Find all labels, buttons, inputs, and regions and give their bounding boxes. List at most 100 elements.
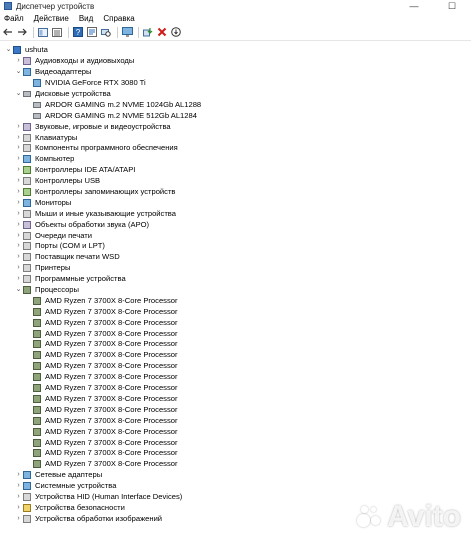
tree-item[interactable]: › Порты (COM и LPT) (0, 241, 471, 252)
minimize-button[interactable]: — (395, 0, 433, 12)
expand-chevron-icon[interactable]: › (14, 470, 23, 480)
tree-item[interactable]: ARDOR GAMING m.2 NVME 512Gb AL1284 (0, 110, 471, 121)
expand-chevron-icon[interactable]: › (14, 263, 23, 273)
expand-chevron-icon[interactable]: › (14, 492, 23, 502)
tree-item-label: NVIDIA GeForce RTX 3080 Ti (45, 78, 146, 88)
tree-item[interactable]: › Сетевые адаптеры (0, 470, 471, 481)
expand-chevron-icon[interactable]: › (14, 198, 23, 208)
collapse-chevron-icon[interactable]: ⌄ (14, 285, 23, 295)
tree-item-label: Устройства безопасности (35, 502, 125, 512)
disk-device-icon (33, 112, 41, 119)
tree-item[interactable]: AMD Ryzen 7 3700X 8-Core Processor (0, 415, 471, 426)
tree-item-label: Объекты обработки звука (APO) (35, 219, 150, 229)
collapse-chevron-icon[interactable]: ⌄ (4, 45, 13, 55)
tree-item[interactable]: › Мониторы (0, 197, 471, 208)
tree-item[interactable]: › Аудиовходы и аудиовыходы (0, 56, 471, 67)
tree-item[interactable]: AMD Ryzen 7 3700X 8-Core Processor (0, 459, 471, 470)
tree-item[interactable]: AMD Ryzen 7 3700X 8-Core Processor (0, 426, 471, 437)
tree-item[interactable]: AMD Ryzen 7 3700X 8-Core Processor (0, 328, 471, 339)
monitor-icon[interactable] (121, 26, 133, 38)
tree-item-label: ARDOR GAMING m.2 NVME 512Gb AL1284 (45, 110, 197, 120)
expand-chevron-icon[interactable]: › (14, 56, 23, 66)
menu-help[interactable]: Справка (103, 14, 134, 23)
tree-item[interactable]: › Компьютер (0, 154, 471, 165)
expand-chevron-icon[interactable]: › (14, 274, 23, 284)
tree-item-label: AMD Ryzen 7 3700X 8-Core Processor (45, 295, 178, 305)
expand-chevron-icon[interactable]: › (14, 209, 23, 219)
enable-device-icon[interactable] (170, 26, 182, 38)
tree-item[interactable]: › Программные устройства (0, 274, 471, 285)
tree-item[interactable]: ⌄ Дисковые устройства (0, 89, 471, 100)
update-driver-icon[interactable] (142, 26, 154, 38)
tree-item[interactable]: AMD Ryzen 7 3700X 8-Core Processor (0, 372, 471, 383)
tree-item[interactable]: ⌄ ushuta (0, 45, 471, 56)
tree-item[interactable]: AMD Ryzen 7 3700X 8-Core Processor (0, 394, 471, 405)
menu-view[interactable]: Вид (79, 14, 93, 23)
tree-item[interactable]: AMD Ryzen 7 3700X 8-Core Processor (0, 306, 471, 317)
expand-chevron-icon[interactable]: › (14, 481, 23, 491)
menu-file[interactable]: Файл (4, 14, 24, 23)
console-tree-icon[interactable] (37, 26, 49, 38)
tree-item-label: AMD Ryzen 7 3700X 8-Core Processor (45, 306, 178, 316)
tree-item[interactable]: AMD Ryzen 7 3700X 8-Core Processor (0, 350, 471, 361)
cpu-device-icon (33, 351, 41, 360)
expand-chevron-icon[interactable]: › (14, 187, 23, 197)
tree-item[interactable]: › Контроллеры IDE ATA/ATAPI (0, 165, 471, 176)
tree-item[interactable]: AMD Ryzen 7 3700X 8-Core Processor (0, 383, 471, 394)
tree-item[interactable]: › Системные устройства (0, 481, 471, 492)
tree-item[interactable]: › Компоненты программного обеспечения (0, 143, 471, 154)
expand-chevron-icon[interactable]: › (14, 241, 23, 251)
tree-item[interactable]: › Очереди печати (0, 230, 471, 241)
tree-item[interactable]: AMD Ryzen 7 3700X 8-Core Processor (0, 361, 471, 372)
tree-item[interactable]: AMD Ryzen 7 3700X 8-Core Processor (0, 437, 471, 448)
tree-item[interactable]: › Поставщик печати WSD (0, 252, 471, 263)
tree-item[interactable]: › Контроллеры запоминающих устройств (0, 187, 471, 198)
tree-item[interactable]: › Принтеры (0, 263, 471, 274)
expand-chevron-icon[interactable]: › (14, 220, 23, 230)
help-icon[interactable]: ? (72, 26, 84, 38)
forward-arrow-icon[interactable] (16, 26, 28, 38)
avito-logo-icon (357, 504, 383, 530)
tree-item[interactable]: › Контроллеры USB (0, 176, 471, 187)
expand-chevron-icon[interactable]: › (14, 122, 23, 132)
expand-chevron-icon[interactable]: › (14, 176, 23, 186)
avito-watermark-text: Avito (387, 500, 461, 533)
tree-item[interactable]: AMD Ryzen 7 3700X 8-Core Processor (0, 404, 471, 415)
expand-chevron-icon[interactable]: › (14, 154, 23, 164)
tree-item[interactable]: › Объекты обработки звука (APO) (0, 219, 471, 230)
sound-device-icon (23, 57, 31, 66)
tree-item-label: Процессоры (35, 285, 79, 295)
maximize-button[interactable]: ☐ (433, 0, 471, 12)
expand-chevron-icon[interactable]: › (14, 503, 23, 513)
collapse-chevron-icon[interactable]: ⌄ (14, 89, 23, 99)
list-view-icon[interactable] (51, 26, 63, 38)
tree-item[interactable]: AMD Ryzen 7 3700X 8-Core Processor (0, 448, 471, 459)
tree-item[interactable]: AMD Ryzen 7 3700X 8-Core Processor (0, 295, 471, 306)
cpu-device-icon (33, 318, 41, 327)
tree-item[interactable]: AMD Ryzen 7 3700X 8-Core Processor (0, 317, 471, 328)
expand-chevron-icon[interactable]: › (14, 165, 23, 175)
tree-item-label: Компьютер (35, 154, 75, 164)
tree-item-label: Контроллеры запоминающих устройств (35, 187, 176, 197)
tree-item-label: Поставщик печати WSD (35, 252, 120, 262)
tree-item[interactable]: › Звуковые, игровые и видеоустройства (0, 121, 471, 132)
expand-chevron-icon[interactable]: › (14, 252, 23, 262)
expand-chevron-icon[interactable]: › (14, 133, 23, 143)
collapse-chevron-icon[interactable]: ⌄ (14, 67, 23, 77)
tree-item-label: AMD Ryzen 7 3700X 8-Core Processor (45, 393, 178, 403)
expand-chevron-icon[interactable]: › (14, 514, 23, 524)
menu-action[interactable]: Действие (34, 14, 69, 23)
back-arrow-icon[interactable] (2, 26, 14, 38)
tree-item[interactable]: ⌄ Видеоадаптеры (0, 67, 471, 78)
tree-item[interactable]: › Клавиатуры (0, 132, 471, 143)
tree-item[interactable]: › Мыши и иные указывающие устройства (0, 208, 471, 219)
tree-item[interactable]: ARDOR GAMING m.2 NVME 1024Gb AL1288 (0, 99, 471, 110)
tree-item[interactable]: NVIDIA GeForce RTX 3080 Ti (0, 78, 471, 89)
expand-chevron-icon[interactable]: › (14, 143, 23, 153)
properties-icon[interactable] (86, 26, 98, 38)
tree-item[interactable]: ⌄ Процессоры (0, 285, 471, 296)
scan-hardware-icon[interactable] (100, 26, 112, 38)
tree-item[interactable]: AMD Ryzen 7 3700X 8-Core Processor (0, 339, 471, 350)
uninstall-device-icon[interactable] (156, 26, 168, 38)
expand-chevron-icon[interactable]: › (14, 231, 23, 241)
